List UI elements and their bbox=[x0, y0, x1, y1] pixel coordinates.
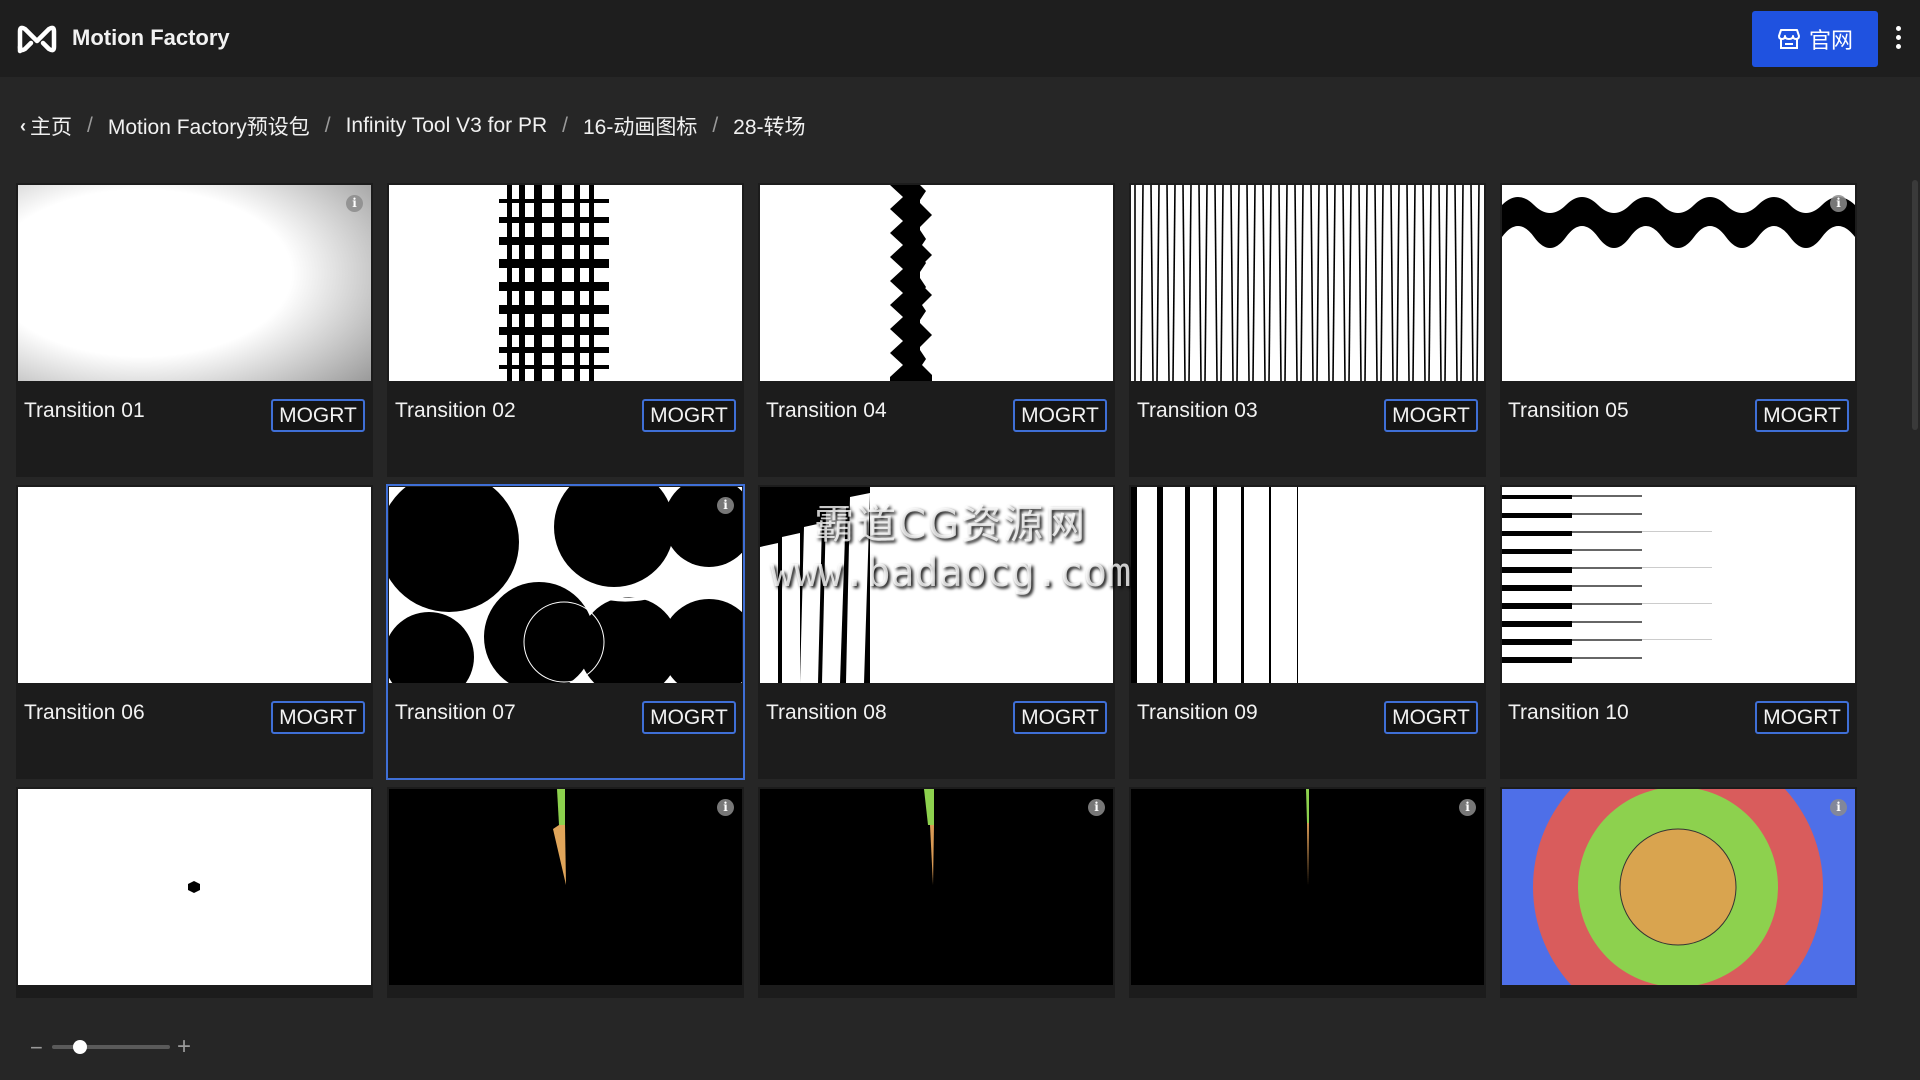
preset-title: Transition 10 bbox=[1508, 701, 1629, 724]
mogrt-button[interactable]: MOGRT bbox=[1013, 399, 1107, 432]
zoom-slider[interactable] bbox=[52, 1040, 170, 1054]
breadcrumb: ‹ 主页 / Motion Factory预设包 / Infinity Tool… bbox=[20, 111, 806, 141]
preset-card[interactable]: Transition 06 MOGRT bbox=[16, 485, 373, 779]
preset-card[interactable] bbox=[16, 787, 373, 1002]
mogrt-button[interactable]: MOGRT bbox=[271, 399, 365, 432]
store-icon bbox=[1777, 29, 1800, 49]
zoom-out-icon[interactable]: − bbox=[30, 1035, 43, 1061]
preset-thumbnail[interactable] bbox=[389, 789, 742, 985]
preset-title: Transition 08 bbox=[766, 701, 887, 724]
preset-thumbnail[interactable] bbox=[18, 789, 371, 985]
preset-title: Transition 06 bbox=[24, 701, 145, 724]
info-icon[interactable]: i bbox=[1830, 195, 1847, 212]
mogrt-button[interactable]: MOGRT bbox=[1384, 399, 1478, 432]
chevron-left-icon[interactable]: ‹ bbox=[20, 116, 26, 137]
preset-card[interactable]: i bbox=[1129, 787, 1486, 1002]
preset-thumbnail[interactable] bbox=[760, 185, 1113, 381]
preset-thumbnail[interactable] bbox=[1502, 487, 1855, 683]
breadcrumb-separator: / bbox=[87, 114, 93, 137]
bottom-bar bbox=[0, 998, 1920, 1080]
preset-thumbnail[interactable] bbox=[18, 185, 371, 381]
info-icon[interactable]: i bbox=[346, 195, 363, 212]
preset-thumbnail[interactable] bbox=[1502, 789, 1855, 985]
breadcrumb-infinity-tool[interactable]: Infinity Tool V3 for PR bbox=[346, 114, 548, 138]
infinity-m-logo[interactable] bbox=[16, 21, 58, 57]
preset-title: Transition 09 bbox=[1137, 701, 1258, 724]
zoom-slider-thumb[interactable] bbox=[72, 1040, 87, 1054]
info-icon[interactable]: i bbox=[1830, 799, 1847, 816]
app-title: Motion Factory bbox=[72, 25, 230, 50]
mogrt-button[interactable]: MOGRT bbox=[1755, 399, 1849, 432]
zoom-in-icon[interactable]: + bbox=[177, 1033, 191, 1061]
breadcrumb-separator: / bbox=[712, 114, 719, 137]
breadcrumb-animated-icons[interactable]: 16-动画图标 bbox=[583, 111, 697, 141]
preset-thumbnail[interactable] bbox=[1131, 487, 1484, 683]
info-icon[interactable]: i bbox=[1459, 799, 1476, 816]
mogrt-button[interactable]: MOGRT bbox=[1013, 701, 1107, 734]
preset-thumbnail[interactable] bbox=[1131, 185, 1484, 381]
preset-card[interactable]: i bbox=[387, 787, 744, 1002]
preset-thumbnail[interactable] bbox=[760, 789, 1113, 985]
preset-title: Transition 04 bbox=[766, 399, 887, 422]
mogrt-button[interactable]: MOGRT bbox=[1755, 701, 1849, 734]
preset-card[interactable]: Transition 09 MOGRT bbox=[1129, 485, 1486, 779]
breadcrumb-separator: / bbox=[324, 114, 331, 137]
preset-card[interactable]: i bbox=[1500, 787, 1857, 1002]
info-icon[interactable]: i bbox=[717, 497, 734, 514]
breadcrumb-motion-factory-presets[interactable]: Motion Factory预设包 bbox=[108, 111, 310, 141]
preset-thumbnail[interactable] bbox=[760, 487, 1113, 683]
preset-title: Transition 03 bbox=[1137, 399, 1258, 422]
more-vertical-icon[interactable] bbox=[1892, 26, 1904, 52]
preset-card-selected[interactable]: i Transition 07 MOGRT bbox=[386, 484, 745, 780]
preset-card[interactable]: Transition 08 MOGRT bbox=[758, 485, 1115, 779]
preset-title: Transition 02 bbox=[395, 399, 516, 422]
preset-card[interactable]: Transition 10 MOGRT bbox=[1500, 485, 1857, 779]
mogrt-button[interactable]: MOGRT bbox=[271, 701, 365, 734]
breadcrumb-home[interactable]: 主页 bbox=[30, 111, 72, 141]
mogrt-button[interactable]: MOGRT bbox=[642, 399, 736, 432]
preset-title: Transition 07 bbox=[395, 701, 516, 724]
preset-title: Transition 01 bbox=[24, 399, 145, 422]
top-bar: Motion Factory 官网 bbox=[0, 0, 1920, 77]
preset-card[interactable]: Transition 02 MOGRT bbox=[387, 183, 744, 477]
info-icon[interactable]: i bbox=[717, 799, 734, 816]
info-icon[interactable]: i bbox=[1088, 799, 1105, 816]
preset-card[interactable]: i Transition 05 MOGRT bbox=[1500, 183, 1857, 477]
official-site-button[interactable]: 官网 bbox=[1752, 11, 1878, 67]
preset-card[interactable]: i bbox=[758, 787, 1115, 1002]
breadcrumb-separator: / bbox=[562, 114, 568, 137]
mogrt-button[interactable]: MOGRT bbox=[1384, 701, 1478, 734]
preset-title: Transition 05 bbox=[1508, 399, 1629, 422]
preset-card[interactable]: Transition 03 MOGRT bbox=[1129, 183, 1486, 477]
scrollbar[interactable] bbox=[1912, 180, 1918, 430]
preset-thumbnail[interactable] bbox=[1502, 185, 1855, 381]
preset-card[interactable]: Transition 04 MOGRT bbox=[758, 183, 1115, 477]
preset-thumbnail[interactable] bbox=[18, 487, 371, 683]
preset-thumbnail[interactable] bbox=[389, 487, 742, 683]
preset-thumbnail[interactable] bbox=[389, 185, 742, 381]
preset-card[interactable]: i Transition 01 MOGRT bbox=[16, 183, 373, 477]
official-site-label: 官网 bbox=[1808, 28, 1853, 53]
breadcrumb-transitions[interactable]: 28-转场 bbox=[733, 111, 805, 141]
mogrt-button[interactable]: MOGRT bbox=[642, 701, 736, 734]
preset-thumbnail[interactable] bbox=[1131, 789, 1484, 985]
